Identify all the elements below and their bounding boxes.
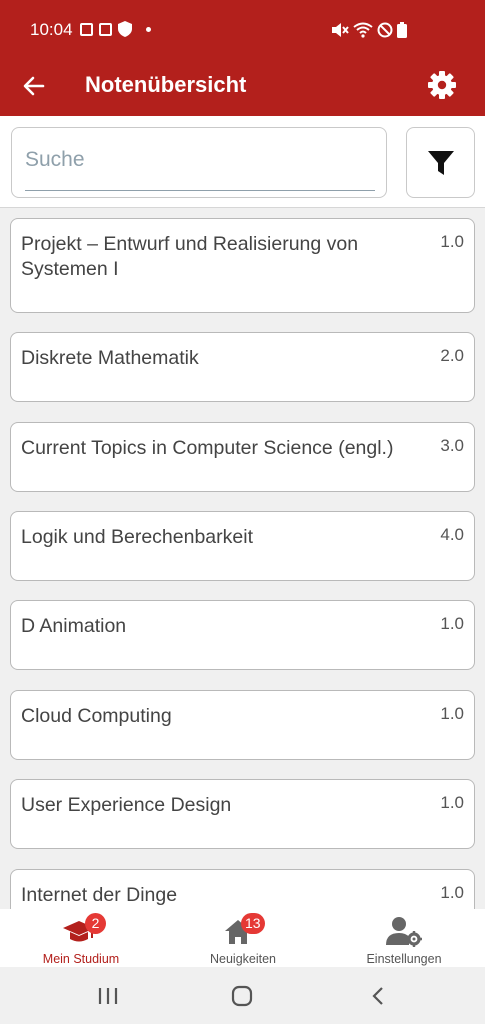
arrow-back-icon xyxy=(23,76,45,96)
course-card[interactable]: Logik und Berechenbarkeit 4.0 xyxy=(10,511,475,581)
course-card[interactable]: Cloud Computing 1.0 xyxy=(10,690,475,760)
bottom-navigation: 2 Mein Studium 13 Neuigkeiten Einstellun… xyxy=(0,909,485,967)
gear-icon xyxy=(428,71,456,99)
graduation-cap-icon: 2 xyxy=(61,913,106,947)
course-card[interactable]: User Experience Design 1.0 xyxy=(10,779,475,849)
course-grade: 1.0 xyxy=(440,793,464,812)
course-grade: 1.0 xyxy=(440,614,464,633)
course-name: Diskrete Mathematik xyxy=(21,347,199,369)
back-button[interactable] xyxy=(18,70,50,102)
nav-item-mein-studium[interactable]: 2 Mein Studium xyxy=(0,909,162,967)
back-nav-button[interactable] xyxy=(358,981,398,1011)
app-notification-icon xyxy=(99,22,112,36)
course-card[interactable]: Projekt – Entwurf und Realisierung von S… xyxy=(10,218,475,313)
shield-icon xyxy=(118,21,132,37)
more-notifications-dot xyxy=(146,26,151,32)
do-not-disturb-icon xyxy=(377,22,393,38)
settings-button[interactable] xyxy=(425,68,459,102)
wifi-icon xyxy=(353,22,373,38)
nav-label: Neuigkeiten xyxy=(209,952,276,966)
course-grade: 3.0 xyxy=(440,436,464,455)
course-card[interactable]: Current Topics in Computer Science (engl… xyxy=(10,422,475,492)
course-name: Internet der Dinge xyxy=(21,884,178,906)
mute-icon xyxy=(332,23,349,37)
filter-icon xyxy=(427,150,454,175)
image-notification-icon xyxy=(80,22,93,36)
course-name: Projekt – Entwurf und Realisierung von S… xyxy=(21,233,359,280)
course-grade: 1.0 xyxy=(440,232,464,251)
nav-item-einstellungen[interactable]: Einstellungen xyxy=(323,909,485,967)
course-name: Cloud Computing xyxy=(21,705,172,727)
course-grade: 4.0 xyxy=(440,525,464,544)
course-card[interactable]: Internet der Dinge 1.0 xyxy=(10,869,475,909)
home-circle-icon xyxy=(231,985,253,1007)
course-name: User Experience Design xyxy=(21,794,232,816)
recent-apps-icon xyxy=(98,988,118,1004)
battery-icon xyxy=(397,22,407,38)
course-name: Logik und Berechenbarkeit xyxy=(21,526,253,548)
course-grade: 1.0 xyxy=(440,883,464,902)
system-navigation-bar xyxy=(0,967,485,1024)
search-area xyxy=(0,116,485,208)
app-bar: Notenübersicht xyxy=(0,58,485,116)
user-settings-icon xyxy=(384,915,424,947)
notification-icons xyxy=(80,21,151,37)
status-bar: 10:04 xyxy=(0,0,485,58)
course-name: Current Topics in Computer Science (engl… xyxy=(21,437,394,459)
nav-label: Mein Studium xyxy=(42,952,120,966)
course-grade: 1.0 xyxy=(440,704,464,723)
filter-button[interactable] xyxy=(406,127,475,198)
course-list: Projekt – Entwurf und Realisierung von S… xyxy=(0,208,485,909)
page-title: Notenübersicht xyxy=(85,72,247,97)
chevron-left-icon xyxy=(372,987,383,1005)
search-box xyxy=(11,127,387,198)
course-grade: 2.0 xyxy=(440,346,464,365)
search-input[interactable] xyxy=(25,144,375,176)
home-button[interactable] xyxy=(222,981,262,1011)
recent-apps-button[interactable] xyxy=(88,981,128,1011)
nav-item-neuigkeiten[interactable]: 13 Neuigkeiten xyxy=(162,909,324,967)
system-status-icons xyxy=(331,22,407,38)
notification-badge: 2 xyxy=(85,913,106,934)
search-underline xyxy=(25,190,375,191)
course-card[interactable]: Diskrete Mathematik 2.0 xyxy=(10,332,475,402)
course-name: D Animation xyxy=(21,615,127,637)
home-icon: 13 xyxy=(223,913,265,947)
nav-label: Einstellungen xyxy=(366,952,442,966)
status-time: 10:04 xyxy=(30,20,73,39)
course-card[interactable]: D Animation 1.0 xyxy=(10,600,475,670)
notification-badge: 13 xyxy=(241,913,265,934)
